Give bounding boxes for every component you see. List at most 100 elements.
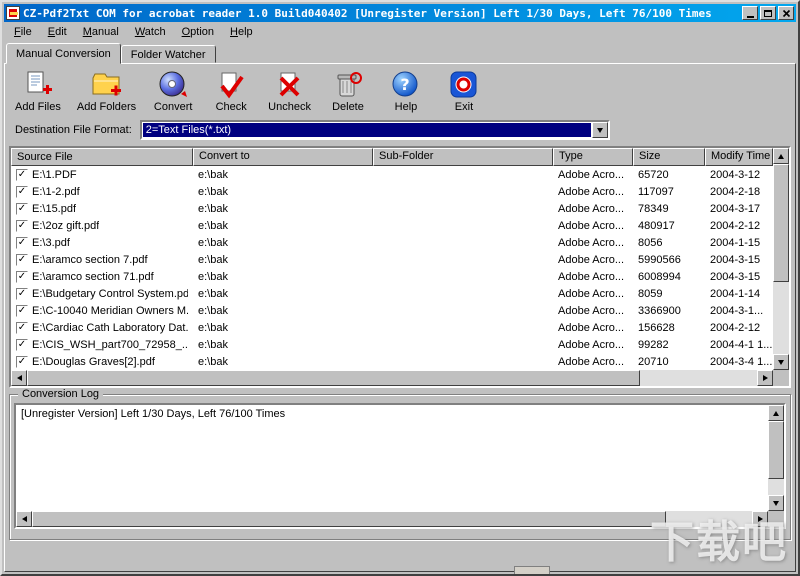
exit-button[interactable]: Exit — [443, 70, 485, 113]
cell-source-file: ✓ E:\15.pdf — [16, 202, 77, 215]
table-row[interactable]: ✓ E:\15.pdf e:\bak Adobe Acro... 78349 2004-3… — [11, 200, 773, 217]
log-scroll-left-button[interactable] — [16, 511, 32, 527]
cell-size: 6008994 — [638, 270, 681, 283]
row-checkbox[interactable]: ✓ — [16, 304, 28, 317]
convert-icon — [159, 71, 188, 97]
table-row[interactable]: ✓ E:\Cardiac Cath Laboratory Dat... e:\bak… — [11, 319, 773, 336]
log-vertical-scroll-thumb[interactable] — [768, 421, 784, 479]
cell-type: Adobe Acro... — [558, 270, 625, 283]
header-size[interactable]: Size — [633, 148, 705, 166]
table-row[interactable]: ✓ E:\CIS_WSH_part700_72958_... e:\bak Adobe… — [11, 336, 773, 353]
cell-modify-time: 2004-3-15 — [710, 270, 761, 283]
title-bar[interactable]: CZ-Pdf2Txt COM for acrobat reader 1.0 Bu… — [4, 4, 796, 22]
table-row[interactable]: ✓ E:\Budgetary Control System.pdf e:\bak Ad… — [11, 285, 773, 302]
log-horizontal-scrollbar[interactable] — [16, 511, 768, 527]
cell-size: 99282 — [638, 338, 669, 351]
maximize-button[interactable] — [760, 6, 776, 20]
app-window: CZ-Pdf2Txt COM for acrobat reader 1.0 Bu… — [0, 0, 800, 576]
scroll-down-button[interactable] — [773, 354, 789, 370]
help-button[interactable]: ? Help — [385, 70, 427, 113]
destination-format-label: Destination File Format: — [15, 124, 132, 136]
menu-watch[interactable]: Watch — [127, 23, 174, 41]
table-row[interactable]: ✓ E:\aramco section 7.pdf e:\bak Adobe Acro… — [11, 251, 773, 268]
table-horizontal-scrollbar[interactable] — [11, 370, 773, 386]
convert-button[interactable]: Convert — [152, 70, 194, 113]
cell-type: Adobe Acro... — [558, 253, 625, 266]
destination-format-select[interactable]: 2=Text Files(*.txt) — [139, 120, 610, 140]
minimize-button[interactable] — [742, 6, 758, 20]
header-source-file[interactable]: Source File — [11, 148, 193, 166]
menu-option[interactable]: Option — [174, 23, 222, 41]
table-row[interactable]: ✓ E:\2oz gift.pdf e:\bak Adobe Acro... 48091… — [11, 217, 773, 234]
exit-icon — [450, 71, 477, 98]
table-row[interactable]: ✓ E:\Douglas Graves[2].pdf e:\bak Adobe Acr… — [11, 353, 773, 370]
header-type[interactable]: Type — [553, 148, 633, 166]
menu-file[interactable]: File — [6, 23, 40, 41]
log-scroll-up-button[interactable] — [768, 405, 784, 421]
cell-size: 3366900 — [638, 304, 681, 317]
cell-modify-time: 2004-1-15 — [710, 236, 761, 249]
row-checkbox[interactable]: ✓ — [16, 202, 28, 215]
conversion-log[interactable]: [Unregister Version] Left 1/30 Days, Lef… — [14, 403, 786, 529]
destination-format-value: 2=Text Files(*.txt) — [142, 123, 591, 137]
row-checkbox[interactable]: ✓ — [16, 219, 28, 232]
cell-type: Adobe Acro... — [558, 355, 625, 368]
log-scroll-down-button[interactable] — [768, 495, 784, 511]
add-files-button[interactable]: Add Files — [15, 70, 61, 113]
scroll-up-button[interactable] — [773, 148, 789, 164]
cell-type: Adobe Acro... — [558, 202, 625, 215]
header-convert-to[interactable]: Convert to — [193, 148, 373, 166]
menu-bar: File Edit Manual Watch Option Help — [4, 22, 796, 42]
log-vertical-scrollbar[interactable] — [768, 405, 784, 511]
row-checkbox[interactable]: ✓ — [16, 270, 28, 283]
arrow-left-icon — [16, 375, 22, 381]
log-horizontal-scroll-thumb[interactable] — [32, 511, 666, 527]
row-checkbox[interactable]: ✓ — [16, 321, 28, 334]
cell-convert-to: e:\bak — [198, 185, 228, 198]
tab-folder-watcher[interactable]: Folder Watcher — [120, 45, 216, 63]
scroll-left-button[interactable] — [11, 370, 27, 386]
row-checkbox[interactable]: ✓ — [16, 287, 28, 300]
table-row[interactable]: ✓ E:\3.pdf e:\bak Adobe Acro... 8056 2004-1-1… — [11, 234, 773, 251]
help-icon: ? — [392, 71, 418, 97]
add-folders-icon — [92, 73, 121, 96]
table-row[interactable]: ✓ E:\1.PDF e:\bak Adobe Acro... 65720 2004-3-… — [11, 166, 773, 183]
cell-size: 65720 — [638, 168, 669, 181]
vertical-scroll-thumb[interactable] — [773, 164, 789, 282]
maximize-icon — [764, 9, 772, 17]
scroll-right-button[interactable] — [757, 370, 773, 386]
cell-source-file: ✓ E:\3.pdf — [16, 236, 70, 249]
header-sub-folder[interactable]: Sub-Folder — [373, 148, 553, 166]
cell-convert-to: e:\bak — [198, 236, 228, 249]
combo-dropdown-button[interactable] — [591, 122, 608, 138]
table-row[interactable]: ✓ E:\C-10040 Meridian Owners M... e:\bak Ad… — [11, 302, 773, 319]
cell-type: Adobe Acro... — [558, 338, 625, 351]
log-scroll-right-button[interactable] — [752, 511, 768, 527]
arrow-right-icon — [762, 375, 768, 381]
close-button[interactable] — [778, 6, 794, 20]
row-checkbox[interactable]: ✓ — [16, 185, 28, 198]
row-checkbox[interactable]: ✓ — [16, 338, 28, 351]
cell-source-file: ✓ E:\2oz gift.pdf — [16, 219, 100, 232]
header-modify-time[interactable]: Modify Time — [705, 148, 773, 166]
menu-manual[interactable]: Manual — [75, 23, 127, 41]
row-checkbox[interactable]: ✓ — [16, 236, 28, 249]
menu-help[interactable]: Help — [222, 23, 261, 41]
delete-button[interactable]: Delete — [327, 70, 369, 113]
menu-edit[interactable]: Edit — [40, 23, 75, 41]
cell-modify-time: 2004-1-14 — [710, 287, 761, 300]
table-vertical-scrollbar[interactable] — [773, 148, 789, 370]
row-checkbox[interactable]: ✓ — [16, 168, 28, 181]
background-window-fragment — [514, 566, 550, 574]
row-checkbox[interactable]: ✓ — [16, 355, 28, 368]
uncheck-button[interactable]: Uncheck — [268, 70, 311, 113]
arrow-up-icon — [778, 153, 784, 159]
table-row[interactable]: ✓ E:\aramco section 71.pdf e:\bak Adobe Acr… — [11, 268, 773, 285]
delete-icon — [337, 72, 362, 97]
add-folders-button[interactable]: Add Folders — [77, 70, 136, 113]
table-row[interactable]: ✓ E:\1-2.pdf e:\bak Adobe Acro... 117097 2004… — [11, 183, 773, 200]
check-button[interactable]: Check — [210, 70, 252, 113]
tab-manual-conversion[interactable]: Manual Conversion — [6, 43, 121, 64]
row-checkbox[interactable]: ✓ — [16, 253, 28, 266]
horizontal-scroll-thumb[interactable] — [27, 370, 641, 386]
